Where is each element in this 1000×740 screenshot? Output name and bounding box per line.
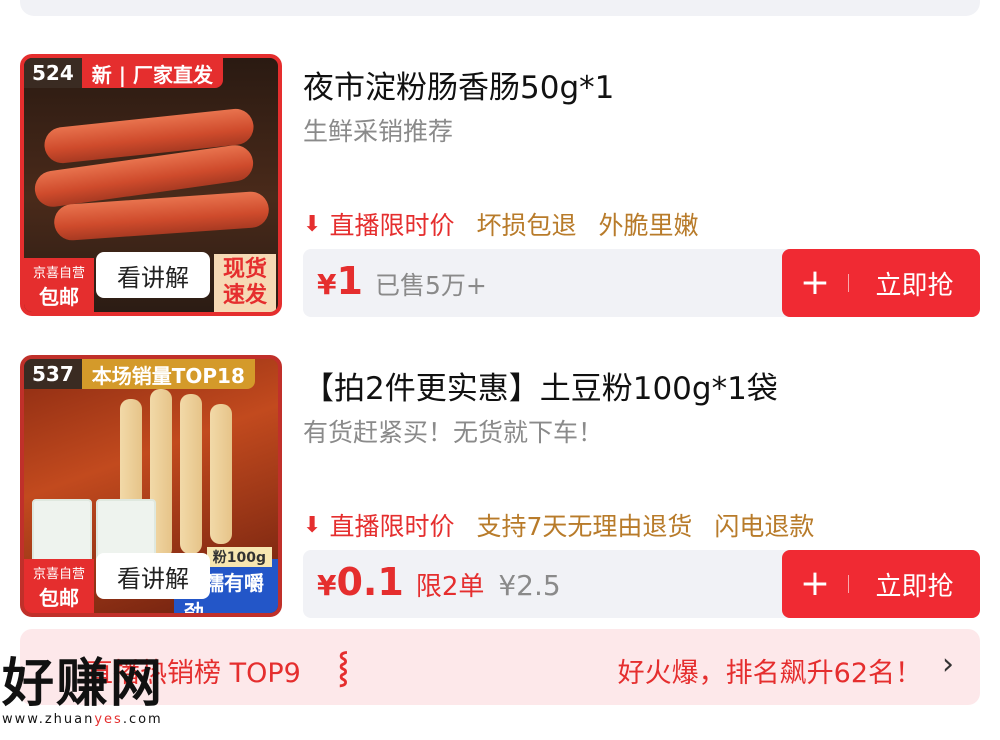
pack-size: 粉100g — [206, 547, 272, 567]
tag: 直播限时价 — [329, 211, 455, 240]
rank-tag: 新 | 厂家直发 — [81, 58, 223, 88]
product-tags: ⬇ 直播限时价 支持7天无理由退货 闪电退款 — [303, 507, 836, 543]
grab-now-button[interactable]: + 立即抢 — [782, 249, 980, 317]
down-arrow-icon: ⬇ — [303, 512, 322, 538]
grab-now-button[interactable]: + 立即抢 — [782, 550, 980, 618]
currency-symbol: ¥ — [317, 268, 337, 301]
grab-label[interactable]: 立即抢 — [849, 265, 980, 302]
price-block: ¥ 1 已售5万+ — [317, 259, 487, 303]
watch-explain-button[interactable]: 看讲解 — [96, 553, 210, 599]
down-arrow-icon: ⬇ — [303, 211, 322, 237]
self-operated-badge: 京喜自营 包邮 — [24, 559, 94, 613]
url-part: .com — [122, 712, 163, 727]
sold-count: 已售5万+ — [374, 271, 487, 300]
product-card[interactable]: 537 本场销量TOP18 粉100g 软糯有嚼劲 京喜自营 包邮 看讲解 【拍… — [20, 355, 980, 621]
watch-explain-button[interactable]: 看讲解 — [96, 252, 210, 298]
badge-label: 京喜自营 — [32, 567, 85, 582]
price-value: 1 — [336, 259, 363, 303]
plus-icon[interactable]: + — [782, 265, 848, 301]
buy-bar: ¥ 0.1 限2单 ¥2.5 + 立即抢 — [303, 550, 980, 618]
site-watermark: 好赚网 www.zhuanyes.com — [2, 656, 164, 727]
hot-rank-note[interactable]: 好火爆，排名飙升62名！ — [618, 651, 922, 690]
tag: 闪电退款 — [714, 512, 815, 541]
product-tags: ⬇ 直播限时价 坏损包退 外脆里嫩 — [303, 206, 720, 242]
food-image — [210, 404, 232, 544]
purchase-limit: 限2单 — [415, 572, 485, 602]
price-value: 0.1 — [336, 560, 404, 604]
product-thumbnail[interactable]: 524 新 | 厂家直发 京喜自营 包邮 看讲解 现货速发 — [20, 54, 282, 316]
rank-badge: 537 本场销量TOP18 — [24, 359, 255, 389]
product-subtitle: 生鲜采销推荐 — [303, 117, 454, 146]
watermark-url: www.zhuanyes.com — [2, 712, 164, 727]
food-image — [180, 394, 202, 554]
tag: 支持7天无理由退货 — [476, 512, 693, 541]
product-title[interactable]: 【拍2件更实惠】土豆粉100g*1袋 — [303, 363, 778, 408]
currency-symbol: ¥ — [317, 569, 337, 602]
watermark-logo: 好赚网 — [2, 654, 165, 714]
rank-badge: 524 新 | 厂家直发 — [24, 58, 223, 88]
promo-badge: 现货速发 — [214, 254, 276, 312]
tag: 直播限时价 — [329, 512, 455, 541]
grab-label[interactable]: 立即抢 — [849, 566, 980, 603]
url-part: www.zhuan — [2, 712, 95, 727]
url-part: yes — [94, 712, 123, 727]
product-subtitle: 有货赶紧买！无货就下车！ — [303, 418, 604, 447]
buy-bar: ¥ 1 已售5万+ + 立即抢 — [303, 249, 980, 317]
previous-card-edge — [20, 0, 980, 16]
plus-icon[interactable]: + — [782, 566, 848, 602]
rank-number: 524 — [24, 58, 82, 88]
original-price: ¥2.5 — [498, 569, 561, 602]
badge-label: 包邮 — [39, 586, 79, 610]
flame-icon: ⸾ — [338, 650, 349, 685]
self-operated-badge: 京喜自营 包邮 — [24, 258, 94, 312]
product-card[interactable]: 524 新 | 厂家直发 京喜自营 包邮 看讲解 现货速发 夜市淀粉肠香肠50g… — [20, 54, 980, 320]
rank-number: 537 — [24, 359, 82, 389]
chevron-right-icon[interactable]: › — [942, 647, 954, 682]
tag: 坏损包退 — [476, 211, 577, 240]
rank-tag: 本场销量TOP18 — [81, 359, 255, 389]
badge-label: 京喜自营 — [32, 266, 85, 281]
badge-label: 包邮 — [39, 285, 79, 309]
product-thumbnail[interactable]: 537 本场销量TOP18 粉100g 软糯有嚼劲 京喜自营 包邮 看讲解 — [20, 355, 282, 617]
price-block: ¥ 0.1 限2单 ¥2.5 — [317, 560, 561, 604]
tag: 外脆里嫩 — [598, 211, 699, 240]
product-title[interactable]: 夜市淀粉肠香肠50g*1 — [303, 62, 614, 107]
